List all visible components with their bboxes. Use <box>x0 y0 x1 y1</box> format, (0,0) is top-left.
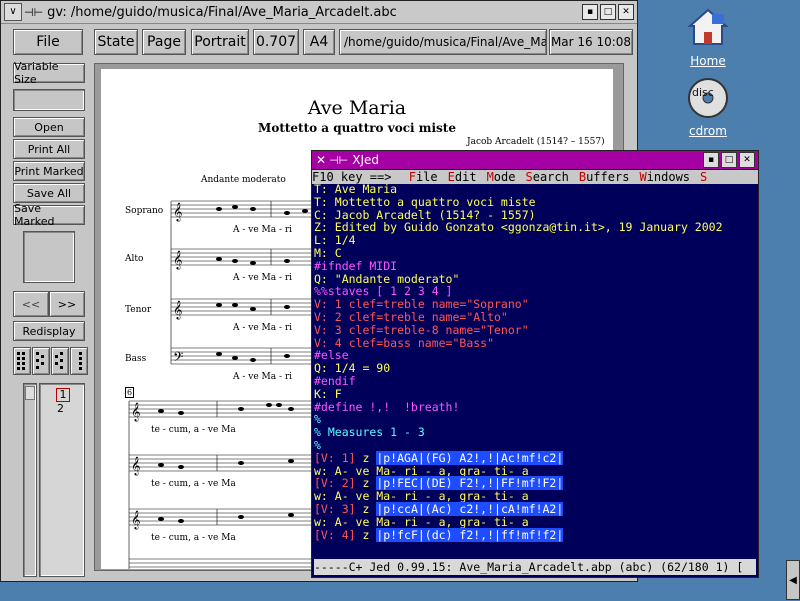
editor-line[interactable]: #define !,! !breath! <box>314 400 756 414</box>
editor-line[interactable]: [V: 3] z |p!ccA|(Ac) c2!,!|cA!mf!A2| <box>314 501 756 516</box>
file-button[interactable]: File <box>13 29 83 55</box>
maximize-icon[interactable]: □ <box>721 152 737 168</box>
page-list[interactable]: 1 2 <box>39 383 85 577</box>
editor-line[interactable]: K: F <box>314 387 756 401</box>
xjed-window: ✕ ⊣⊢ XJed ▪ □ ✕ F10 key ==> File Edit Mode… <box>311 150 759 578</box>
window-menu-icon[interactable]: ✕ <box>316 153 326 167</box>
editor-line[interactable]: #ifndef MIDI <box>314 259 756 273</box>
svg-text:𝄞: 𝄞 <box>173 300 182 320</box>
scroll-panner[interactable] <box>13 89 85 111</box>
zoom-button[interactable]: 0.707 <box>253 29 299 55</box>
page-list-scrollbar[interactable] <box>23 383 37 577</box>
close-icon[interactable]: ✕ <box>618 4 634 20</box>
lyric-text: te - cum, a - ve Ma <box>151 479 236 489</box>
window-menu-icon[interactable]: ∨ <box>4 3 22 21</box>
svg-text:𝄞: 𝄞 <box>173 202 182 222</box>
measure-number: 6 <box>125 387 135 398</box>
lyric-text: te - cum, a - ve Ma <box>151 533 236 543</box>
cdrom-icon: disc <box>686 76 730 120</box>
date-display: Mar 16 10:08 <box>549 29 633 55</box>
print-marked-button[interactable]: Print Marked <box>13 161 85 181</box>
close-icon[interactable]: ✕ <box>739 152 755 168</box>
menu-item-windows[interactable]: Windows <box>639 170 690 184</box>
svg-text:𝄞: 𝄞 <box>131 402 140 422</box>
lyric-text: A - ve Ma - ri <box>233 372 293 382</box>
orientation-button[interactable]: Portrait <box>191 29 249 55</box>
unmark-all-icon[interactable] <box>70 347 88 375</box>
menu-item-file[interactable]: File <box>409 170 438 184</box>
menu-item-search[interactable]: Search <box>525 170 568 184</box>
editor-line[interactable]: [V: 4] z |p!fcF|(dc) f2!,!|ff!mf!f2| <box>314 527 756 542</box>
desktop-icon-cdrom[interactable]: disc cdrom <box>676 76 740 138</box>
paper-size-button[interactable]: A4 <box>303 29 335 55</box>
lyric-text: A - ve Ma - ri <box>233 225 293 235</box>
editor-line[interactable]: Z: Edited by Guido Gonzato <ggonza@tin.i… <box>314 221 756 234</box>
next-page-button[interactable]: >> <box>49 291 85 317</box>
svg-text:𝄢: 𝄢 <box>173 349 183 368</box>
svg-text:𝄞: 𝄞 <box>131 456 140 476</box>
menu-item-mode[interactable]: Mode <box>487 170 516 184</box>
open-button[interactable]: Open <box>13 117 85 137</box>
editor-line[interactable]: [V: 1] z |p!AGA|(FG) A2!,!|Ac!mf!c2| <box>314 450 756 465</box>
editor-line[interactable]: V: 4 clef=bass name="Bass" <box>314 336 756 350</box>
pin-icon[interactable]: ⊣⊢ <box>329 154 348 167</box>
mark-even-icon[interactable] <box>32 347 50 375</box>
editor-line[interactable]: Q: 1/4 = 90 <box>314 362 756 375</box>
lyric-text: A - ve Ma - ri <box>233 273 293 283</box>
lyric-text: te - cum, a - ve Ma <box>151 425 236 435</box>
window-title: gv: /home/guido/musica/Final/Ave_Maria_A… <box>47 4 397 20</box>
editor-line[interactable]: T: Mottetto a quattro voci miste <box>314 195 756 209</box>
maximize-icon[interactable]: □ <box>600 4 616 20</box>
page-panner[interactable] <box>23 231 75 283</box>
gv-titlebar[interactable]: ∨ ⊣⊢ gv: /home/guido/musica/Final/Ave_Ma… <box>1 1 637 24</box>
editor-line[interactable]: L: 1/4 <box>314 234 756 247</box>
editor-line[interactable]: % <box>314 439 756 452</box>
menu-item-edit[interactable]: Edit <box>448 170 477 184</box>
minimize-icon[interactable]: ▪ <box>582 4 598 20</box>
svg-text:𝄞: 𝄞 <box>131 510 140 530</box>
scroll-left-icon[interactable]: ◀ <box>786 560 800 600</box>
xjed-titlebar[interactable]: ✕ ⊣⊢ XJed ▪ □ ✕ <box>312 151 758 170</box>
save-all-button[interactable]: Save All <box>13 183 85 203</box>
jed-editor[interactable]: T: Ave Maria T: Mottetto a quattro voci m… <box>314 183 756 557</box>
svg-text:𝄞: 𝄞 <box>173 250 182 270</box>
editor-line[interactable]: V: 2 clef=treble name="Alto" <box>314 311 756 324</box>
editor-line[interactable]: T: Ave Maria <box>314 183 756 196</box>
desktop-icon-label: Home <box>690 54 726 68</box>
menu-item-s[interactable]: S <box>700 170 707 184</box>
jed-menubar: F10 key ==> File Edit Mode Search Buffers Win… <box>312 170 758 184</box>
editor-line[interactable]: M: C <box>314 247 756 260</box>
save-marked-button[interactable]: Save Marked <box>13 202 85 228</box>
page-list-item[interactable]: 1 <box>56 388 70 402</box>
editor-line[interactable]: w: A- ve Ma- ri - a, gra- ti- a <box>314 490 756 503</box>
prev-page-button[interactable]: << <box>13 291 49 317</box>
menu-item-buffers[interactable]: Buffers <box>579 170 630 184</box>
desktop-icon-home[interactable]: Home <box>676 6 740 68</box>
mark-odd-icon[interactable] <box>13 347 31 375</box>
scroll-up-icon[interactable] <box>25 386 35 400</box>
mark-current-icon[interactable] <box>51 347 69 375</box>
state-button[interactable]: State <box>94 29 138 55</box>
menu-prefix: F10 key ==> <box>312 170 392 184</box>
editor-line[interactable]: #endif <box>314 375 756 388</box>
editor-line[interactable]: w: A- ve Ma- ri - a, gra- ti- a <box>314 515 756 529</box>
window-title: XJed <box>352 153 379 167</box>
editor-line[interactable]: V: 3 clef=treble-8 name="Tenor" <box>314 323 756 337</box>
page-button[interactable]: Page <box>142 29 186 55</box>
prev-label: << <box>21 297 41 311</box>
svg-text:disc: disc <box>692 86 714 99</box>
page-list-item[interactable]: 2 <box>57 402 64 415</box>
file-path-display: /home/guido/musica/Final/Ave_Ma <box>339 29 547 55</box>
redisplay-button[interactable]: Redisplay <box>13 321 85 341</box>
variable-size-button[interactable]: Variable Size <box>13 60 85 86</box>
jed-status-line: -----C+ Jed 0.99.15: Ave_Maria_Arcadelt.… <box>314 559 756 575</box>
home-icon <box>686 6 730 50</box>
desktop-icon-label: cdrom <box>689 124 727 138</box>
editor-line[interactable]: % Measures 1 - 3 <box>314 426 756 439</box>
minimize-icon[interactable]: ▪ <box>703 152 719 168</box>
print-all-button[interactable]: Print All <box>13 139 85 159</box>
lyric-text: A - ve Ma - ri <box>233 323 293 333</box>
pin-icon[interactable]: ⊣⊢ <box>24 6 43 19</box>
